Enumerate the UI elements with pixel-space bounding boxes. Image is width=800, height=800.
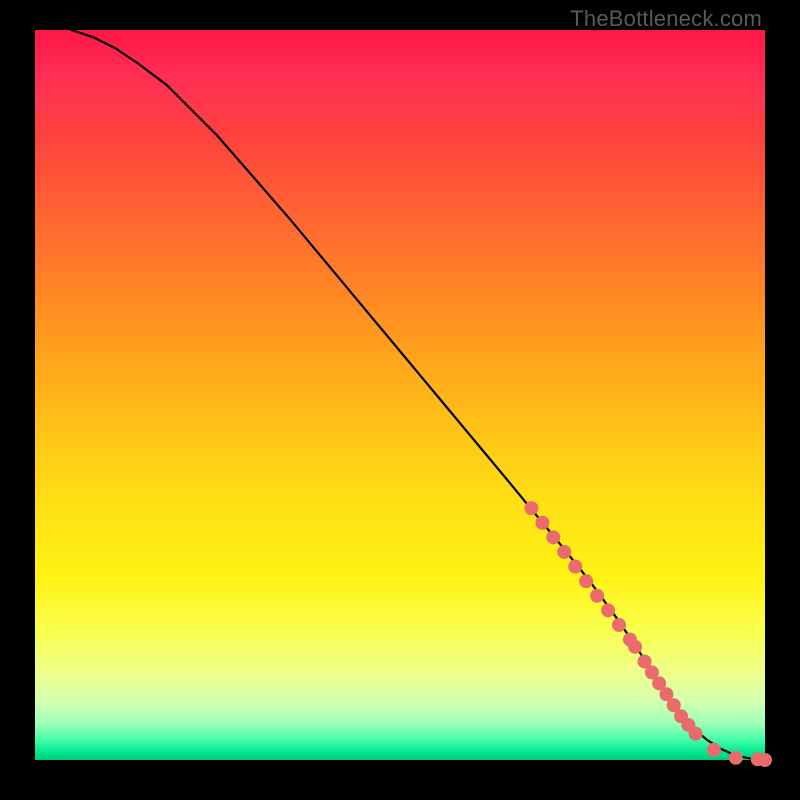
marker-point bbox=[689, 727, 703, 741]
marker-point bbox=[601, 603, 615, 617]
marker-point bbox=[612, 618, 626, 632]
marker-point bbox=[628, 640, 642, 654]
marker-point bbox=[590, 589, 604, 603]
marker-point bbox=[524, 501, 538, 515]
marker-point bbox=[707, 743, 721, 757]
marker-point bbox=[546, 530, 560, 544]
curve-line bbox=[72, 30, 766, 760]
marker-point bbox=[729, 751, 743, 765]
chart-overlay bbox=[35, 30, 765, 760]
marker-point bbox=[535, 516, 549, 530]
marker-group bbox=[524, 501, 772, 767]
marker-point bbox=[579, 574, 593, 588]
watermark-text: TheBottleneck.com bbox=[570, 6, 762, 32]
marker-point bbox=[568, 560, 582, 574]
marker-point bbox=[758, 753, 772, 767]
marker-point bbox=[557, 545, 571, 559]
